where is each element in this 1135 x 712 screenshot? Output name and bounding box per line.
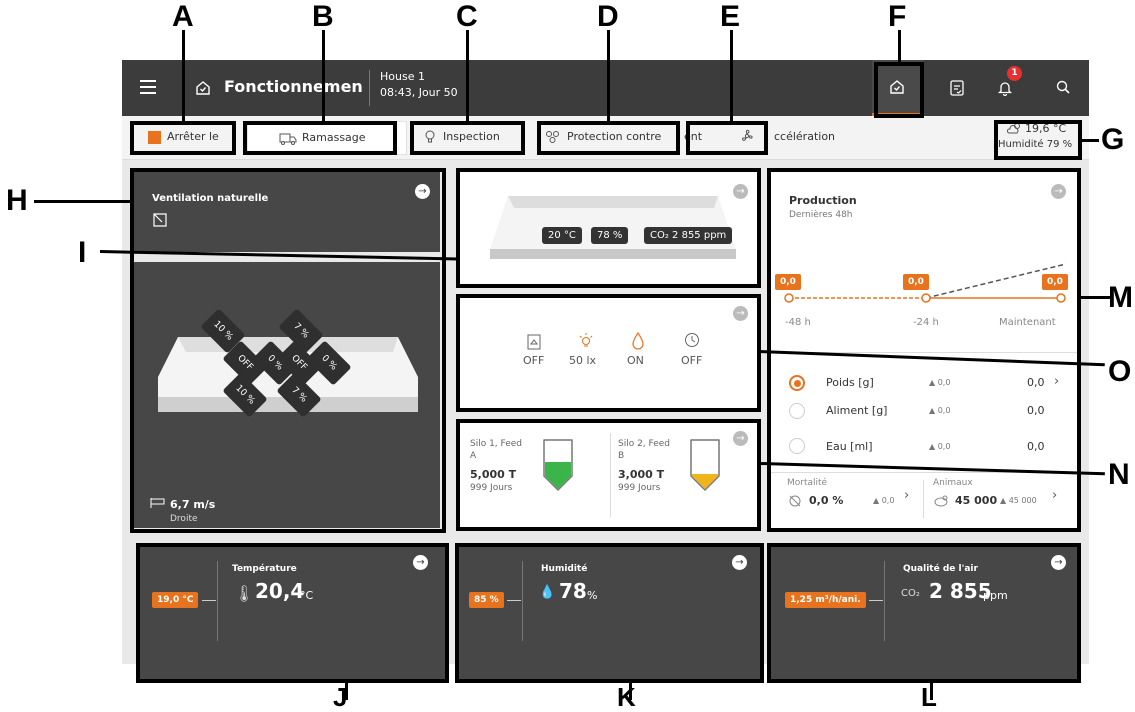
callout-box-m: [767, 168, 1081, 532]
page-title: Fonctionnement: [224, 77, 362, 96]
callout-e: E: [720, 0, 741, 33]
menu-icon[interactable]: [140, 80, 156, 94]
callout-n: N: [1108, 458, 1130, 491]
callout-box-a: [130, 121, 236, 155]
notification-badge: 1: [1007, 66, 1022, 81]
callout-g: G: [1101, 123, 1125, 156]
callout-box-l: [767, 543, 1081, 683]
callout-box-o: [456, 294, 761, 412]
callout-f: F: [888, 0, 907, 33]
house-status-icon: [196, 81, 210, 95]
callout-box-g: [994, 120, 1082, 160]
callout-c: C: [456, 0, 478, 33]
house-name[interactable]: House 1: [380, 70, 425, 83]
search-icon[interactable]: [1056, 80, 1070, 94]
callout-j: J: [333, 682, 348, 712]
callout-o: O: [1108, 355, 1132, 388]
callout-m: M: [1108, 281, 1133, 314]
callout-l: L: [921, 682, 937, 712]
callout-box-c: [410, 121, 525, 155]
callout-box-i: [456, 168, 761, 288]
callout-box-n: [456, 419, 761, 531]
top-bar: Fonctionnement House 1 08:43, Jour 50 1: [122, 60, 1089, 116]
callout-h: H: [6, 184, 28, 217]
bell-icon[interactable]: [998, 80, 1012, 96]
house-time: 08:43, Jour 50: [380, 86, 458, 99]
callout-box-e: [686, 121, 768, 155]
callout-b: B: [312, 0, 334, 33]
checklist-icon[interactable]: [950, 80, 964, 96]
callout-d: D: [597, 0, 619, 33]
callout-box-h: [130, 168, 446, 533]
callout-box-f: [874, 62, 924, 118]
callout-i: I: [78, 236, 87, 269]
callout-box-k: [455, 543, 764, 683]
callout-k: K: [617, 682, 636, 712]
callout-a: A: [172, 0, 194, 33]
callout-box-d: [537, 121, 680, 155]
callout-box-j: [136, 543, 449, 683]
callout-box-b: [243, 121, 397, 155]
acceleration-button[interactable]: ccélération: [774, 130, 835, 143]
